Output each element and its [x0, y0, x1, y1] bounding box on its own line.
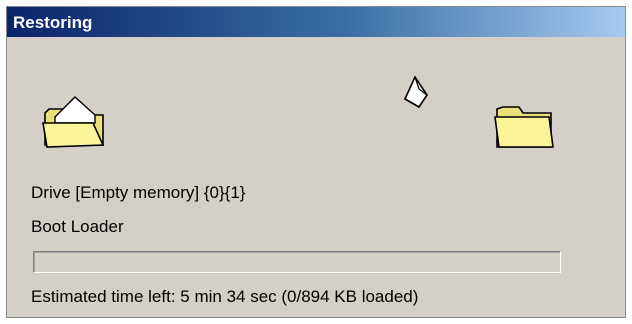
current-file-label: Boot Loader — [31, 217, 124, 236]
open-folder-icon — [42, 96, 105, 148]
folder-icon — [494, 106, 554, 148]
window-title: Restoring — [13, 13, 93, 32]
progress-bar — [33, 251, 561, 273]
progress-track — [34, 252, 560, 272]
restore-dialog: Restoring Drive [Empty memory] {0}{1} Bo… — [6, 6, 626, 318]
title-bar[interactable]: Restoring — [7, 7, 625, 37]
drive-label: Drive [Empty memory] {0}{1} — [31, 183, 246, 202]
flying-document-icon — [403, 75, 428, 109]
time-estimate-label: Estimated time left: 5 min 34 sec (0/894… — [31, 287, 419, 306]
